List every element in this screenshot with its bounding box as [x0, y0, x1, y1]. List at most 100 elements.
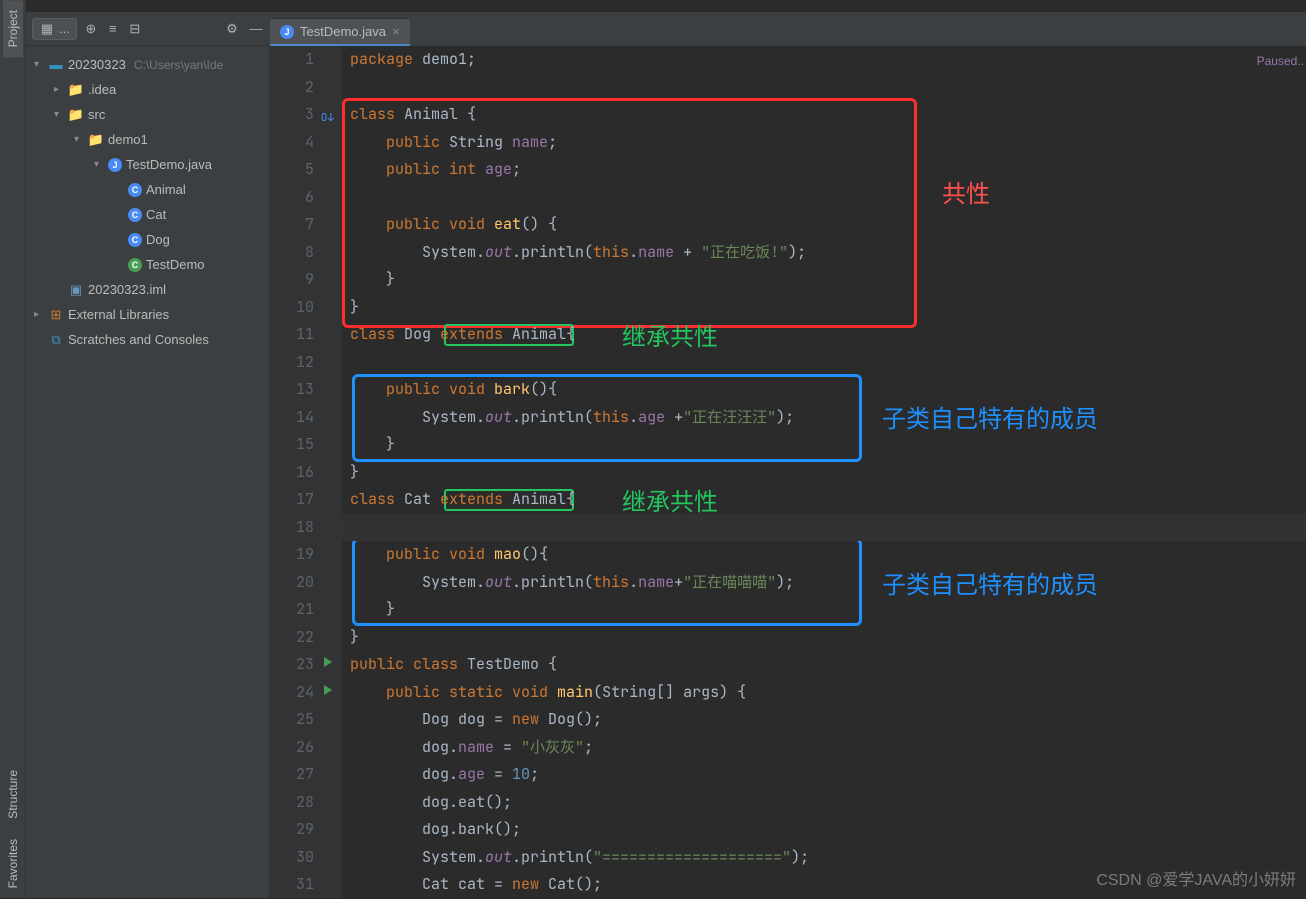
line-number[interactable]: 2	[270, 74, 338, 102]
code-area[interactable]: 共性 继承共性 子类自己特有的成员 继承共性 子类自己特有的成员 package…	[342, 46, 1306, 898]
line-number[interactable]: 9	[270, 266, 338, 294]
tree-item[interactable]: ▣20230323.iml	[26, 277, 269, 302]
code-line[interactable]	[342, 184, 1306, 212]
line-number[interactable]: 20	[270, 569, 338, 597]
code-line[interactable]: }	[342, 624, 1306, 652]
code-line[interactable]: System.out.println(this.age +"正在汪汪汪");	[342, 404, 1306, 432]
code-line[interactable]: }	[342, 431, 1306, 459]
project-tool-tab[interactable]: Project	[3, 0, 23, 57]
line-number[interactable]: 12	[270, 349, 338, 377]
code-line[interactable]: }	[342, 596, 1306, 624]
hide-icon[interactable]: —	[248, 21, 264, 37]
code-line[interactable]: public String name;	[342, 129, 1306, 157]
line-number[interactable]: 4	[270, 129, 338, 157]
tree-arrow-icon[interactable]: ▾	[74, 134, 84, 145]
code-line[interactable]: public void bark(){	[342, 376, 1306, 404]
code-editor[interactable]: 123O↓45678910111213141516171819202122232…	[270, 46, 1306, 898]
tree-arrow-icon[interactable]: ▾	[94, 159, 104, 170]
tree-item[interactable]: CDog	[26, 227, 269, 252]
line-number[interactable]: 13	[270, 376, 338, 404]
line-number[interactable]: 17	[270, 486, 338, 514]
line-number[interactable]: 31	[270, 871, 338, 899]
line-number[interactable]: 24	[270, 679, 338, 707]
code-line[interactable]: public class TestDemo {	[342, 651, 1306, 679]
tree-item[interactable]: ▾📁src	[26, 102, 269, 127]
tree-item[interactable]: ▸External Libraries	[26, 302, 269, 327]
code-line[interactable]: class Animal {	[342, 101, 1306, 129]
tree-item-label: demo1	[108, 132, 148, 147]
locate-icon[interactable]: ⊕	[83, 21, 99, 37]
tree-item-label: TestDemo	[146, 257, 205, 272]
code-line[interactable]: public static void main(String[] args) {	[342, 679, 1306, 707]
line-number[interactable]: 29	[270, 816, 338, 844]
tree-item[interactable]: CTestDemo	[26, 252, 269, 277]
class-icon: C	[128, 208, 142, 222]
line-number[interactable]: 30	[270, 844, 338, 872]
tree-arrow-icon[interactable]: ▾	[34, 59, 44, 70]
run-gutter-icon[interactable]	[324, 657, 332, 667]
code-line[interactable]: package demo1;	[342, 46, 1306, 74]
tree-item[interactable]: CCat	[26, 202, 269, 227]
line-number[interactable]: 27	[270, 761, 338, 789]
tree-arrow-icon[interactable]: ▾	[54, 109, 64, 120]
code-line[interactable]	[342, 74, 1306, 102]
tree-arrow-icon[interactable]: ▸	[34, 309, 44, 320]
code-line[interactable]: dog.name = "小灰灰";	[342, 734, 1306, 762]
tree-item-label: Animal	[146, 182, 186, 197]
tree-item[interactable]: ▾📁demo1	[26, 127, 269, 152]
code-line[interactable]: public int age;	[342, 156, 1306, 184]
tree-arrow-icon[interactable]: ▸	[54, 84, 64, 95]
code-line[interactable]: Dog dog = new Dog();	[342, 706, 1306, 734]
close-icon[interactable]: ×	[392, 24, 400, 39]
code-line[interactable]: System.out.println(this.name + "正在吃饭!");	[342, 239, 1306, 267]
code-line[interactable]: class Cat extends Animal{	[342, 486, 1306, 514]
line-number[interactable]: 5	[270, 156, 338, 184]
code-line[interactable]: }	[342, 266, 1306, 294]
code-line[interactable]: }	[342, 294, 1306, 322]
code-line[interactable]: public void mao(){	[342, 541, 1306, 569]
tree-item[interactable]: ⧉Scratches and Consoles	[26, 327, 269, 352]
project-view-selector[interactable]: ▦ ...	[32, 18, 77, 40]
structure-tool-tab[interactable]: Structure	[3, 760, 23, 829]
tree-item[interactable]: ▸📁.idea	[26, 77, 269, 102]
run-gutter-icon[interactable]	[324, 685, 332, 695]
code-line[interactable]: dog.age = 10;	[342, 761, 1306, 789]
line-number[interactable]: 6	[270, 184, 338, 212]
code-line[interactable]: dog.eat();	[342, 789, 1306, 817]
line-number[interactable]: 14	[270, 404, 338, 432]
line-number[interactable]: 11	[270, 321, 338, 349]
code-line[interactable]	[342, 349, 1306, 377]
expand-icon[interactable]: ≡	[105, 21, 121, 37]
code-line[interactable]: class Dog extends Animal{	[342, 321, 1306, 349]
line-number[interactable]: 16	[270, 459, 338, 487]
project-tree[interactable]: ▾▬20230323C:\Users\yan\Ide▸📁.idea▾📁src▾📁…	[26, 46, 270, 898]
code-line[interactable]: System.out.println(this.name+"正在喵喵喵");	[342, 569, 1306, 597]
settings-icon[interactable]: ⚙	[224, 21, 240, 37]
line-number[interactable]: 7	[270, 211, 338, 239]
code-line[interactable]: dog.bark();	[342, 816, 1306, 844]
line-number[interactable]: 21	[270, 596, 338, 624]
line-number[interactable]: 25	[270, 706, 338, 734]
favorites-tool-tab[interactable]: Favorites	[3, 829, 23, 898]
tree-item[interactable]: CAnimal	[26, 177, 269, 202]
line-number[interactable]: 22	[270, 624, 338, 652]
tree-item[interactable]: ▾▬20230323C:\Users\yan\Ide	[26, 52, 269, 77]
code-line[interactable]: }	[342, 459, 1306, 487]
code-line[interactable]: public void eat() {	[342, 211, 1306, 239]
line-number[interactable]: 10	[270, 294, 338, 322]
tree-item[interactable]: ▾JTestDemo.java	[26, 152, 269, 177]
line-number[interactable]: 19	[270, 541, 338, 569]
line-number[interactable]: 8	[270, 239, 338, 267]
line-number[interactable]: 3O↓	[270, 101, 338, 129]
editor-gutter[interactable]: 123O↓45678910111213141516171819202122232…	[270, 46, 342, 898]
line-number[interactable]: 28	[270, 789, 338, 817]
line-number[interactable]: 1	[270, 46, 338, 74]
line-number[interactable]: 15	[270, 431, 338, 459]
line-number[interactable]: 18	[270, 514, 338, 542]
project-toolbar: ▦ ... ⊕ ≡ ⊟ ⚙ —	[26, 12, 270, 46]
code-line[interactable]	[342, 514, 1306, 542]
line-number[interactable]: 23	[270, 651, 338, 679]
tab-testdemo[interactable]: J TestDemo.java ×	[270, 18, 410, 46]
collapse-icon[interactable]: ⊟	[127, 21, 143, 37]
line-number[interactable]: 26	[270, 734, 338, 762]
